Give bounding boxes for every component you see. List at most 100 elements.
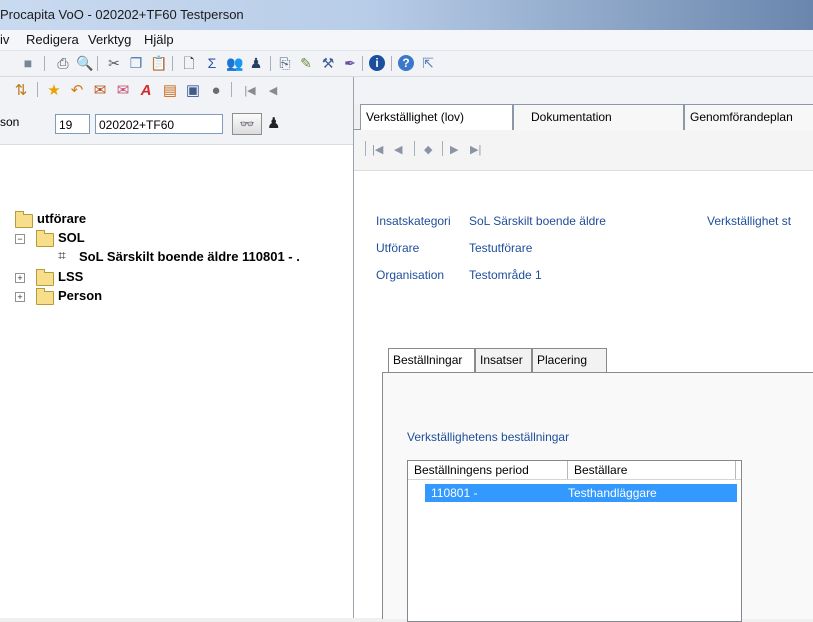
organisation-value: Testområde 1 [469, 268, 542, 282]
subtab-insatser[interactable]: Insatser [475, 348, 532, 372]
undo-icon[interactable]: ↶ [68, 82, 86, 100]
right-panel: Verkställighet (lov) Dokumentation Genom… [354, 77, 813, 622]
tree-root-utforare[interactable]: utförare [37, 211, 86, 226]
utforare-value: Testutförare [469, 241, 533, 255]
new-document-icon[interactable]: 🗋 [181, 55, 197, 71]
note-icon[interactable]: ✉ [91, 82, 109, 100]
insatskategori-value: SoL Särskilt boende äldre [469, 214, 606, 228]
folder-icon [36, 230, 54, 247]
toolbar-separator [362, 56, 363, 71]
menu-bar: iv Redigera Verktyg Hjälp [0, 30, 813, 51]
toolbar-separator [391, 56, 392, 71]
mail-icon[interactable]: ✉ [114, 82, 132, 100]
title-bar: Procapita VoO - 020202+TF60 Testperson [0, 0, 813, 31]
tree-item-sol[interactable]: SOL [58, 230, 85, 245]
tab-strip: Verkställighet (lov) Dokumentation Genom… [354, 104, 813, 131]
person-id-field[interactable]: 020202+TF60 [95, 114, 223, 134]
current-record-icon[interactable]: ◆ [424, 143, 432, 156]
tab-genomforandeplan[interactable]: Genomförandeplan [684, 104, 813, 130]
sub-tab-strip: Beställningar Insatser Placering [388, 348, 688, 373]
cut-icon[interactable]: ✂ [106, 55, 122, 71]
subtab-placering[interactable]: Placering [532, 348, 607, 372]
toolbar-separator [231, 82, 232, 97]
collapse-icon[interactable]: − [15, 234, 25, 244]
persons-icon[interactable]: 👥 [226, 55, 243, 71]
subtab-panel: Verkställighetens beställningar Beställn… [382, 372, 813, 622]
toolbar-separator [270, 56, 271, 71]
help-icon[interactable]: ? [398, 55, 414, 71]
person-icon[interactable]: ♟ [267, 114, 280, 132]
toolbar-separator [44, 56, 45, 71]
left-toolbar: ⇅ ★ ↶ ✉ ✉ A ▤ ▣ ● |◀ ◀ [0, 77, 353, 104]
person-icon[interactable]: ♟ [248, 55, 264, 71]
tree-item-person[interactable]: Person [58, 288, 102, 303]
utforare-label: Utförare [376, 241, 420, 255]
verkstallighet-status-label: Verkställighet st [707, 214, 792, 228]
book-icon[interactable]: ▣ [184, 82, 202, 100]
main-toolbar: ■ ⎙ 🔍 ✂ ❐ 📋 🗋 Σ 👥 ♟ ⎘ ✎ ⚒ ✒ i ? ⇱ [0, 51, 813, 77]
left-panel: ⇅ ★ ↶ ✉ ✉ A ▤ ▣ ● |◀ ◀ son 19 020202+TF6… [0, 77, 354, 618]
sort-icon[interactable]: ⇅ [12, 82, 30, 100]
text-style-icon[interactable]: A [137, 82, 155, 100]
details-content: Insatskategori SoL Särskilt boende äldre… [354, 171, 813, 622]
header-divider [408, 479, 741, 480]
organisation-label: Organisation [376, 268, 445, 282]
century-field[interactable]: 19 [55, 114, 90, 134]
find-icon[interactable]: 🔍 [76, 55, 93, 71]
document-icon[interactable]: ▤ [161, 82, 179, 100]
column-header-period[interactable]: Beställningens period [408, 461, 568, 479]
window-title: Procapita VoO - 020202+TF60 Testperson [0, 7, 244, 22]
orders-heading: Verkställighetens beställningar [407, 430, 570, 444]
context-help-icon[interactable]: ⇱ [420, 55, 436, 71]
insatskategori-label: Insatskategori [376, 214, 451, 228]
toolbar-separator [442, 141, 443, 156]
toolbar-separator [172, 56, 173, 71]
expand-icon[interactable]: + [15, 292, 25, 302]
menu-arkiv[interactable]: iv [0, 32, 9, 47]
star-icon[interactable]: ★ [45, 82, 63, 100]
glasses-icon: 👓 [239, 117, 255, 131]
person-label: son [0, 115, 20, 129]
tree-view: utförare − SOL ⌗ SoL Särskilt boende äld… [0, 145, 353, 618]
search-button[interactable]: 👓 [232, 113, 262, 135]
copy-icon[interactable]: ❐ [128, 55, 144, 71]
toolbar-separator [414, 141, 415, 156]
previous-icon[interactable]: ◀ [264, 82, 282, 100]
print-icon[interactable]: ⎙ [55, 55, 71, 71]
subtab-bestallningar[interactable]: Beställningar [388, 348, 475, 373]
first-icon[interactable]: |◀ [241, 82, 259, 100]
orders-list[interactable]: Beställningens period Beställare 110801 … [407, 460, 742, 622]
info-icon[interactable]: i [369, 55, 385, 71]
previous-record-icon[interactable]: ◀ [394, 143, 402, 156]
person-search-row: son 19 020202+TF60 👓 ♟ [0, 104, 353, 145]
column-header-bestallare[interactable]: Beställare [568, 461, 736, 479]
tools-icon[interactable]: ⚒ [320, 55, 336, 71]
table-row[interactable]: 110801 - Testhandläggare [425, 484, 737, 502]
right-toolbar-area [354, 77, 813, 104]
pen-icon[interactable]: ✒ [342, 55, 358, 71]
tab-dokumentation[interactable]: Dokumentation [513, 104, 684, 130]
export-icon[interactable]: ⎘ [277, 55, 293, 71]
first-record-icon[interactable]: |◀ [372, 143, 383, 156]
menu-redigera[interactable]: Redigera [26, 32, 79, 47]
menu-hjalp[interactable]: Hjälp [144, 32, 174, 47]
next-record-icon[interactable]: ▶ [450, 143, 458, 156]
paste-icon[interactable]: 📋 [150, 55, 167, 71]
menu-verktyg[interactable]: Verktyg [88, 32, 131, 47]
toolbar-separator [365, 141, 366, 156]
save-icon[interactable]: ■ [20, 55, 36, 71]
toolbar-separator [97, 56, 98, 71]
bestallare-cell: Testhandläggare [568, 486, 657, 500]
expand-icon[interactable]: + [15, 273, 25, 283]
tree-item-sol-sarskilt-boende[interactable]: SoL Särskilt boende äldre 110801 - . [79, 249, 300, 264]
service-icon: ⌗ [58, 247, 66, 263]
folder-icon [15, 211, 33, 228]
folder-icon [36, 288, 54, 305]
record-navigator: |◀ ◀ ◆ ▶ ▶| [354, 130, 813, 171]
sum-icon[interactable]: Σ [204, 55, 220, 71]
record-icon[interactable]: ● [207, 82, 225, 100]
tree-item-lss[interactable]: LSS [58, 269, 83, 284]
last-record-icon[interactable]: ▶| [470, 143, 481, 156]
edit-check-icon[interactable]: ✎ [298, 55, 314, 71]
tab-verkstallighet[interactable]: Verkställighet (lov) [360, 104, 513, 131]
